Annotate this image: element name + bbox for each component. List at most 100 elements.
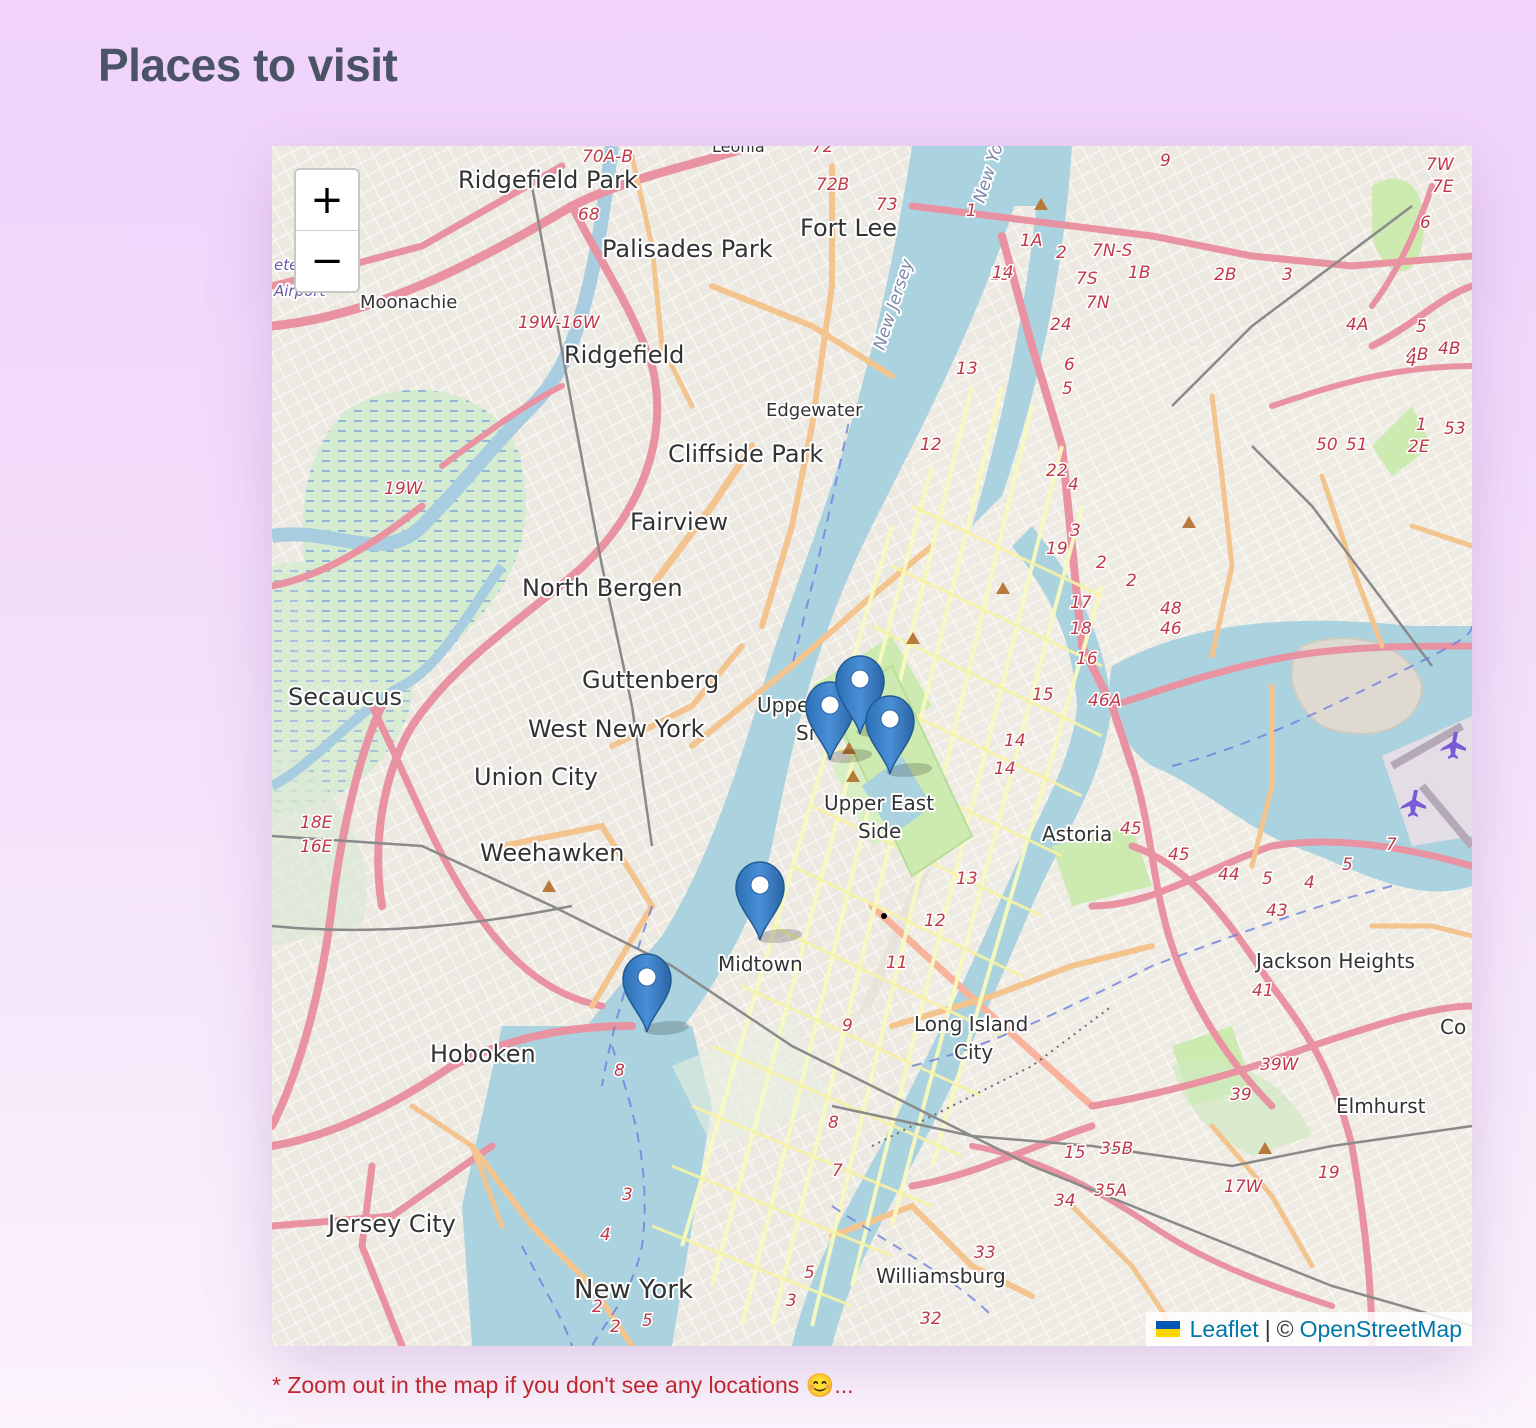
page-title: Places to visit (98, 39, 398, 91)
map-tiles[interactable]: Ridgefield Park Fort Lee Palisades Park … (272, 146, 1472, 1346)
route-number: 18E (300, 813, 333, 833)
route-number: 19 (1046, 539, 1068, 559)
map-container[interactable]: Ridgefield Park Fort Lee Palisades Park … (272, 146, 1472, 1346)
route-number: 19W (384, 479, 424, 499)
route-number: 2 (1056, 243, 1067, 263)
place-label: North Bergen (522, 574, 683, 602)
route-number: 4B (1438, 339, 1460, 359)
route-number: 51 (1346, 435, 1368, 455)
leaflet-link[interactable]: Leaflet (1190, 1316, 1259, 1343)
route-number: 45 (1120, 819, 1142, 839)
route-number: 33 (974, 1243, 996, 1263)
route-number: 4 (600, 1225, 611, 1245)
route-number: 5 (1342, 855, 1353, 875)
route-number: 2B (1214, 265, 1236, 285)
place-label: Ridgefield (564, 341, 684, 369)
route-number: 24 (1050, 315, 1072, 335)
place-label: Long Island (914, 1012, 1028, 1036)
place-label: West New York (528, 715, 705, 743)
route-number: 48 (1160, 599, 1182, 619)
route-number: 44 (1218, 865, 1240, 885)
place-label: City (954, 1040, 993, 1064)
place-label: Leonia (712, 146, 765, 156)
route-number: 16 (1076, 649, 1098, 669)
route-number: 14 (992, 263, 1014, 283)
route-number: 1A (1020, 231, 1042, 251)
route-number: 39W (1260, 1055, 1300, 1075)
route-number: 5 (1262, 869, 1273, 889)
route-number: 46A (1088, 691, 1121, 711)
zoom-out-button[interactable]: − (296, 230, 358, 291)
attribution-separator: | (1264, 1315, 1271, 1342)
route-number: 2 (1096, 553, 1107, 573)
route-number: 3 (1070, 521, 1081, 541)
place-label: Moonachie (360, 292, 457, 313)
route-number: 8 (828, 1113, 839, 1133)
place-label: Guttenberg (582, 666, 719, 694)
route-number: 7 (832, 1161, 843, 1181)
ukraine-flag-icon (1155, 1321, 1180, 1337)
route-number: 4 (1406, 351, 1417, 371)
place-label: Elmhurst (1336, 1094, 1426, 1118)
route-number: 9 (842, 1016, 853, 1036)
zoom-control: + − (294, 168, 360, 293)
place-label: Palisades Park (602, 235, 773, 263)
route-number: 7N-S (1092, 241, 1133, 261)
place-label: Secaucus (288, 683, 402, 711)
route-number: 16E (300, 837, 333, 857)
place-label: Williamsburg (876, 1264, 1006, 1288)
route-number: 35B (1100, 1139, 1133, 1159)
route-number: 17W (1224, 1177, 1264, 1197)
route-number: 2 (1126, 571, 1137, 591)
route-number: 22 (1046, 461, 1068, 481)
route-number: 14 (1004, 731, 1026, 751)
route-number: 7W (1426, 155, 1455, 175)
route-number: 50 (1316, 435, 1338, 455)
route-number: 12 (920, 435, 942, 455)
route-number: 15 (1032, 685, 1054, 705)
route-number: 2 (610, 1317, 621, 1337)
route-number: 18 (1070, 619, 1092, 639)
route-number: 72 (812, 146, 834, 157)
route-number: 19W-16W (518, 313, 601, 333)
route-number: 14 (994, 759, 1016, 779)
place-label: Ridgefield Park (458, 166, 638, 194)
place-label: Upper East (824, 791, 934, 815)
route-number: 4 (1068, 475, 1079, 495)
route-number: 3 (786, 1291, 797, 1311)
zoom-in-button[interactable]: + (296, 170, 358, 230)
route-number: 7 (1386, 835, 1397, 855)
route-number: 73 (876, 195, 898, 215)
route-number: 4 (1304, 873, 1315, 893)
route-number: 53 (1444, 419, 1466, 439)
route-number: 5 (1062, 379, 1073, 399)
place-label: Jersey City (326, 1210, 456, 1238)
map-attribution: Leaflet | © OpenStreetMap (1145, 1312, 1472, 1346)
route-number: 6 (1420, 213, 1431, 233)
route-number: 4A (1346, 315, 1368, 335)
place-label: Weehawken (480, 839, 624, 867)
route-number: 17 (1070, 593, 1092, 613)
route-number: 46 (1160, 619, 1182, 639)
route-number: 72B (816, 175, 849, 195)
route-number: 1 (966, 201, 977, 221)
place-label: Hoboken (430, 1040, 536, 1068)
route-number: 70A-B (582, 147, 633, 167)
openstreetmap-link[interactable]: OpenStreetMap (1300, 1316, 1462, 1343)
place-label: Union City (474, 763, 598, 791)
route-number: 11 (886, 953, 908, 973)
place-label: Edgewater (766, 400, 863, 421)
route-number: 32 (920, 1309, 942, 1329)
copyright-symbol: © (1276, 1315, 1294, 1342)
route-number: 19 (1318, 1163, 1340, 1183)
route-number: 13 (956, 359, 978, 379)
place-label: Astoria (1042, 822, 1112, 846)
route-number: 8 (614, 1061, 625, 1081)
route-number: 7S (1076, 269, 1098, 289)
route-number: 5 (804, 1263, 815, 1283)
zoom-hint-note: * Zoom out in the map if you don't see a… (272, 1372, 854, 1398)
route-number: 2E (1408, 437, 1430, 457)
route-number: 7E (1432, 177, 1454, 197)
route-number: 1B (1128, 263, 1150, 283)
route-number: 12 (924, 911, 946, 931)
